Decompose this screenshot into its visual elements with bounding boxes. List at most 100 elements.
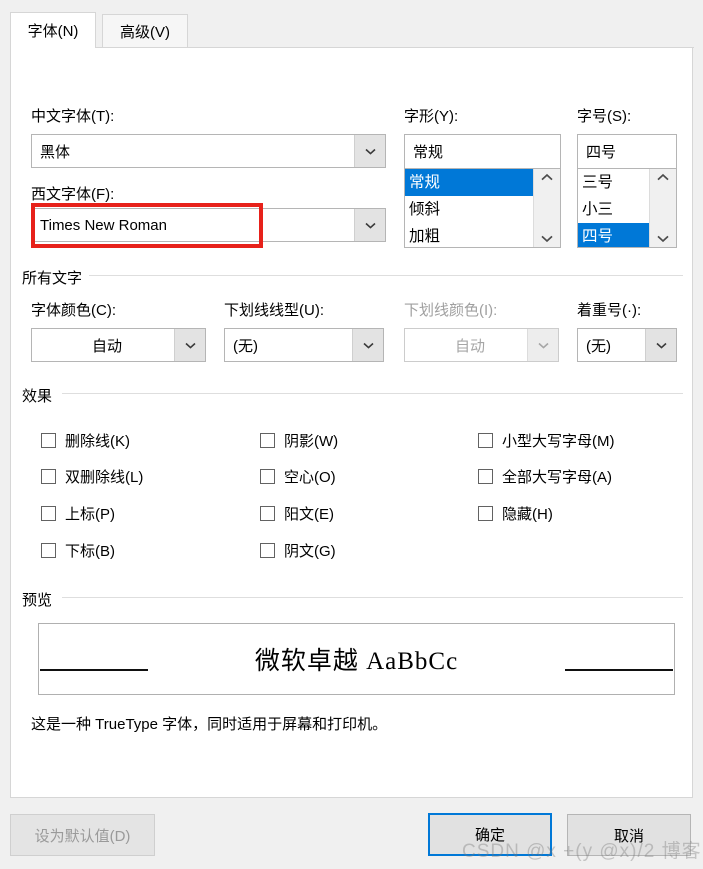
preview-note: 这是一种 TrueType 字体，同时适用于屏幕和打印机。 bbox=[31, 716, 388, 733]
chevron-down-icon bbox=[362, 342, 374, 349]
font-size-value: 四号 bbox=[586, 144, 617, 161]
chevron-down-icon bbox=[364, 222, 376, 229]
scroll-down-icon[interactable] bbox=[656, 234, 670, 243]
font-size-input[interactable]: 四号 bbox=[577, 134, 677, 168]
font-color-value: 自动 bbox=[91, 337, 122, 355]
chinese-font-value: 黑体 bbox=[40, 143, 71, 161]
preview-sample-text: 微软卓越 AaBbCc bbox=[254, 648, 459, 675]
checkbox-box[interactable] bbox=[478, 433, 493, 448]
checkbox-subscript[interactable]: 下标(B) bbox=[41, 540, 115, 561]
underline-color-combobox: 自动 bbox=[404, 328, 559, 362]
checkbox-strikethrough[interactable]: 删除线(K) bbox=[41, 430, 130, 451]
list-item[interactable]: 常规 bbox=[405, 169, 533, 196]
set-as-default-button[interactable]: 设为默认值(D) bbox=[10, 814, 155, 856]
chevron-down-icon bbox=[184, 342, 196, 349]
checkbox-engrave[interactable]: 阴文(G) bbox=[260, 540, 336, 561]
font-style-label: 字形(Y): bbox=[404, 108, 459, 125]
list-item[interactable]: 小三 bbox=[578, 196, 649, 223]
chevron-down-icon bbox=[537, 342, 549, 349]
western-font-combobox[interactable]: Times New Roman bbox=[31, 208, 386, 242]
underline-style-value: (无) bbox=[233, 337, 258, 355]
tab-font[interactable]: 字体(N) bbox=[10, 12, 96, 48]
effects-group-divider bbox=[62, 393, 683, 394]
checkbox-label: 小型大写字母(M) bbox=[502, 433, 615, 450]
font-style-input[interactable]: 常规 bbox=[404, 134, 561, 168]
scroll-up-icon[interactable] bbox=[540, 173, 554, 182]
checkbox-label: 上标(P) bbox=[65, 506, 115, 523]
checkbox-box[interactable] bbox=[41, 543, 56, 558]
checkbox-outline[interactable]: 空心(O) bbox=[260, 466, 336, 487]
emphasis-mark-dropdown-button[interactable] bbox=[645, 329, 676, 361]
checkbox-label: 删除线(K) bbox=[65, 433, 130, 450]
list-item[interactable]: 三号 bbox=[578, 169, 649, 196]
underline-style-dropdown-button[interactable] bbox=[352, 329, 383, 361]
checkbox-box[interactable] bbox=[260, 433, 275, 448]
font-size-listbox[interactable]: 三号 小三 四号 bbox=[577, 168, 677, 248]
set-as-default-label: 设为默认值(D) bbox=[34, 827, 131, 845]
emphasis-mark-value: (无) bbox=[586, 337, 611, 355]
chevron-down-icon bbox=[364, 148, 376, 155]
western-font-dropdown-button[interactable] bbox=[354, 209, 385, 241]
preview-group-title: 预览 bbox=[22, 589, 60, 610]
checkbox-box[interactable] bbox=[260, 506, 275, 521]
all-text-group-title: 所有文字 bbox=[22, 267, 90, 288]
tab-advanced[interactable]: 高级(V) bbox=[102, 14, 188, 48]
western-font-label: 西文字体(F): bbox=[31, 186, 115, 203]
chevron-down-icon bbox=[655, 342, 667, 349]
font-size-scrollbar[interactable] bbox=[649, 169, 676, 247]
font-size-list-items: 三号 小三 四号 bbox=[578, 169, 649, 247]
scroll-up-icon[interactable] bbox=[656, 173, 670, 182]
tab-advanced-label: 高级(V) bbox=[120, 24, 170, 41]
font-preview-box: 微软卓越 AaBbCc bbox=[38, 623, 675, 695]
checkbox-box[interactable] bbox=[260, 543, 275, 558]
tab-strip: 字体(N) 高级(V) bbox=[0, 0, 703, 48]
underline-color-dropdown-button bbox=[527, 329, 558, 361]
checkbox-label: 双删除线(L) bbox=[65, 469, 144, 486]
checkbox-box[interactable] bbox=[41, 506, 56, 521]
checkbox-label: 阳文(E) bbox=[284, 506, 334, 523]
underline-style-label: 下划线线型(U): bbox=[224, 302, 324, 319]
western-font-value: Times New Roman bbox=[40, 216, 167, 234]
list-item[interactable]: 四号 bbox=[578, 223, 649, 247]
checkbox-shadow[interactable]: 阴影(W) bbox=[260, 430, 338, 451]
list-item[interactable]: 加粗 bbox=[405, 223, 533, 247]
chinese-font-combobox[interactable]: 黑体 bbox=[31, 134, 386, 168]
checkbox-box[interactable] bbox=[478, 506, 493, 521]
checkbox-label: 隐藏(H) bbox=[502, 506, 553, 523]
tab-font-label: 字体(N) bbox=[27, 23, 79, 40]
emphasis-mark-combobox[interactable]: (无) bbox=[577, 328, 677, 362]
underline-color-value: 自动 bbox=[454, 337, 485, 355]
font-style-list-items: 常规 倾斜 加粗 bbox=[405, 169, 533, 247]
checkbox-small-caps[interactable]: 小型大写字母(M) bbox=[478, 430, 615, 451]
checkbox-label: 全部大写字母(A) bbox=[502, 469, 612, 486]
font-style-value: 常规 bbox=[413, 144, 444, 161]
checkbox-label: 空心(O) bbox=[284, 469, 336, 486]
checkbox-double-strikethrough[interactable]: 双删除线(L) bbox=[41, 466, 143, 487]
checkbox-box[interactable] bbox=[41, 469, 56, 484]
checkbox-label: 阴影(W) bbox=[284, 433, 339, 450]
checkbox-superscript[interactable]: 上标(P) bbox=[41, 503, 115, 524]
underline-style-combobox[interactable]: (无) bbox=[224, 328, 384, 362]
checkbox-box[interactable] bbox=[41, 433, 56, 448]
list-item[interactable]: 倾斜 bbox=[405, 196, 533, 223]
watermark-text: CSDN @x +(y @x)/2 博客 bbox=[462, 841, 702, 862]
checkbox-box[interactable] bbox=[260, 469, 275, 484]
effects-group-title: 效果 bbox=[22, 385, 60, 406]
checkbox-label: 下标(B) bbox=[65, 543, 115, 560]
checkbox-box[interactable] bbox=[478, 469, 493, 484]
underline-color-label: 下划线颜色(I): bbox=[404, 302, 498, 319]
font-color-label: 字体颜色(C): bbox=[31, 302, 116, 319]
font-style-scrollbar[interactable] bbox=[533, 169, 560, 247]
all-text-group-divider bbox=[85, 275, 683, 276]
checkbox-label: 阴文(G) bbox=[284, 543, 336, 560]
checkbox-all-caps[interactable]: 全部大写字母(A) bbox=[478, 466, 612, 487]
emphasis-mark-label: 着重号(·): bbox=[577, 302, 642, 319]
preview-group-divider bbox=[62, 597, 683, 598]
font-color-combobox[interactable]: 自动 bbox=[31, 328, 206, 362]
font-style-listbox[interactable]: 常规 倾斜 加粗 bbox=[404, 168, 561, 248]
checkbox-hidden[interactable]: 隐藏(H) bbox=[478, 503, 553, 524]
scroll-down-icon[interactable] bbox=[540, 234, 554, 243]
chinese-font-dropdown-button[interactable] bbox=[354, 135, 385, 167]
checkbox-emboss[interactable]: 阳文(E) bbox=[260, 503, 334, 524]
font-color-dropdown-button[interactable] bbox=[174, 329, 205, 361]
